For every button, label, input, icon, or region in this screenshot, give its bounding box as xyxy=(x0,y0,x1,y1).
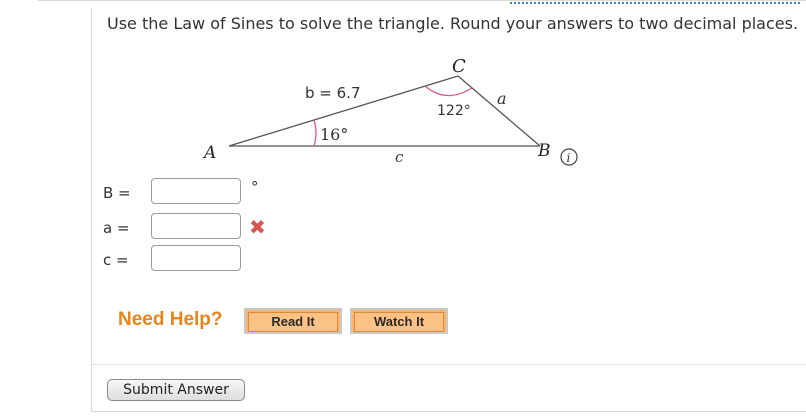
answer-input-c[interactable] xyxy=(151,245,241,271)
angle-a-label: 16° xyxy=(320,125,348,144)
answer-label-c: c = xyxy=(103,251,129,269)
answer-label-b: B = xyxy=(103,184,131,202)
answer-input-a[interactable] xyxy=(151,213,241,239)
answer-label-a: a = xyxy=(103,219,130,237)
section-divider xyxy=(92,364,806,365)
need-help-label: Need Help? xyxy=(118,309,223,330)
svg-text:i: i xyxy=(567,151,571,165)
submit-answer-button[interactable]: Submit Answer xyxy=(107,379,245,401)
side-b-label: b = 6.7 xyxy=(305,84,360,102)
read-it-button[interactable]: Read It xyxy=(244,308,342,334)
answer-input-b[interactable] xyxy=(151,178,241,204)
side-c-label: c xyxy=(395,148,404,166)
incorrect-icon: ✖ xyxy=(249,215,266,239)
angle-c-arc xyxy=(424,85,473,97)
vertex-a-label: A xyxy=(202,143,216,163)
degree-unit: ° xyxy=(251,178,259,196)
angle-c-label: 122° xyxy=(437,103,471,119)
vertex-c-label: C xyxy=(452,56,466,77)
vertex-b-label: B xyxy=(537,141,551,161)
watch-it-button[interactable]: Watch It xyxy=(350,308,448,334)
read-it-label: Read It xyxy=(248,312,338,332)
info-icon[interactable]: i xyxy=(560,148,578,166)
side-a-label: a xyxy=(497,89,507,108)
watch-it-label: Watch It xyxy=(354,312,444,332)
angle-a-arc xyxy=(313,119,317,147)
